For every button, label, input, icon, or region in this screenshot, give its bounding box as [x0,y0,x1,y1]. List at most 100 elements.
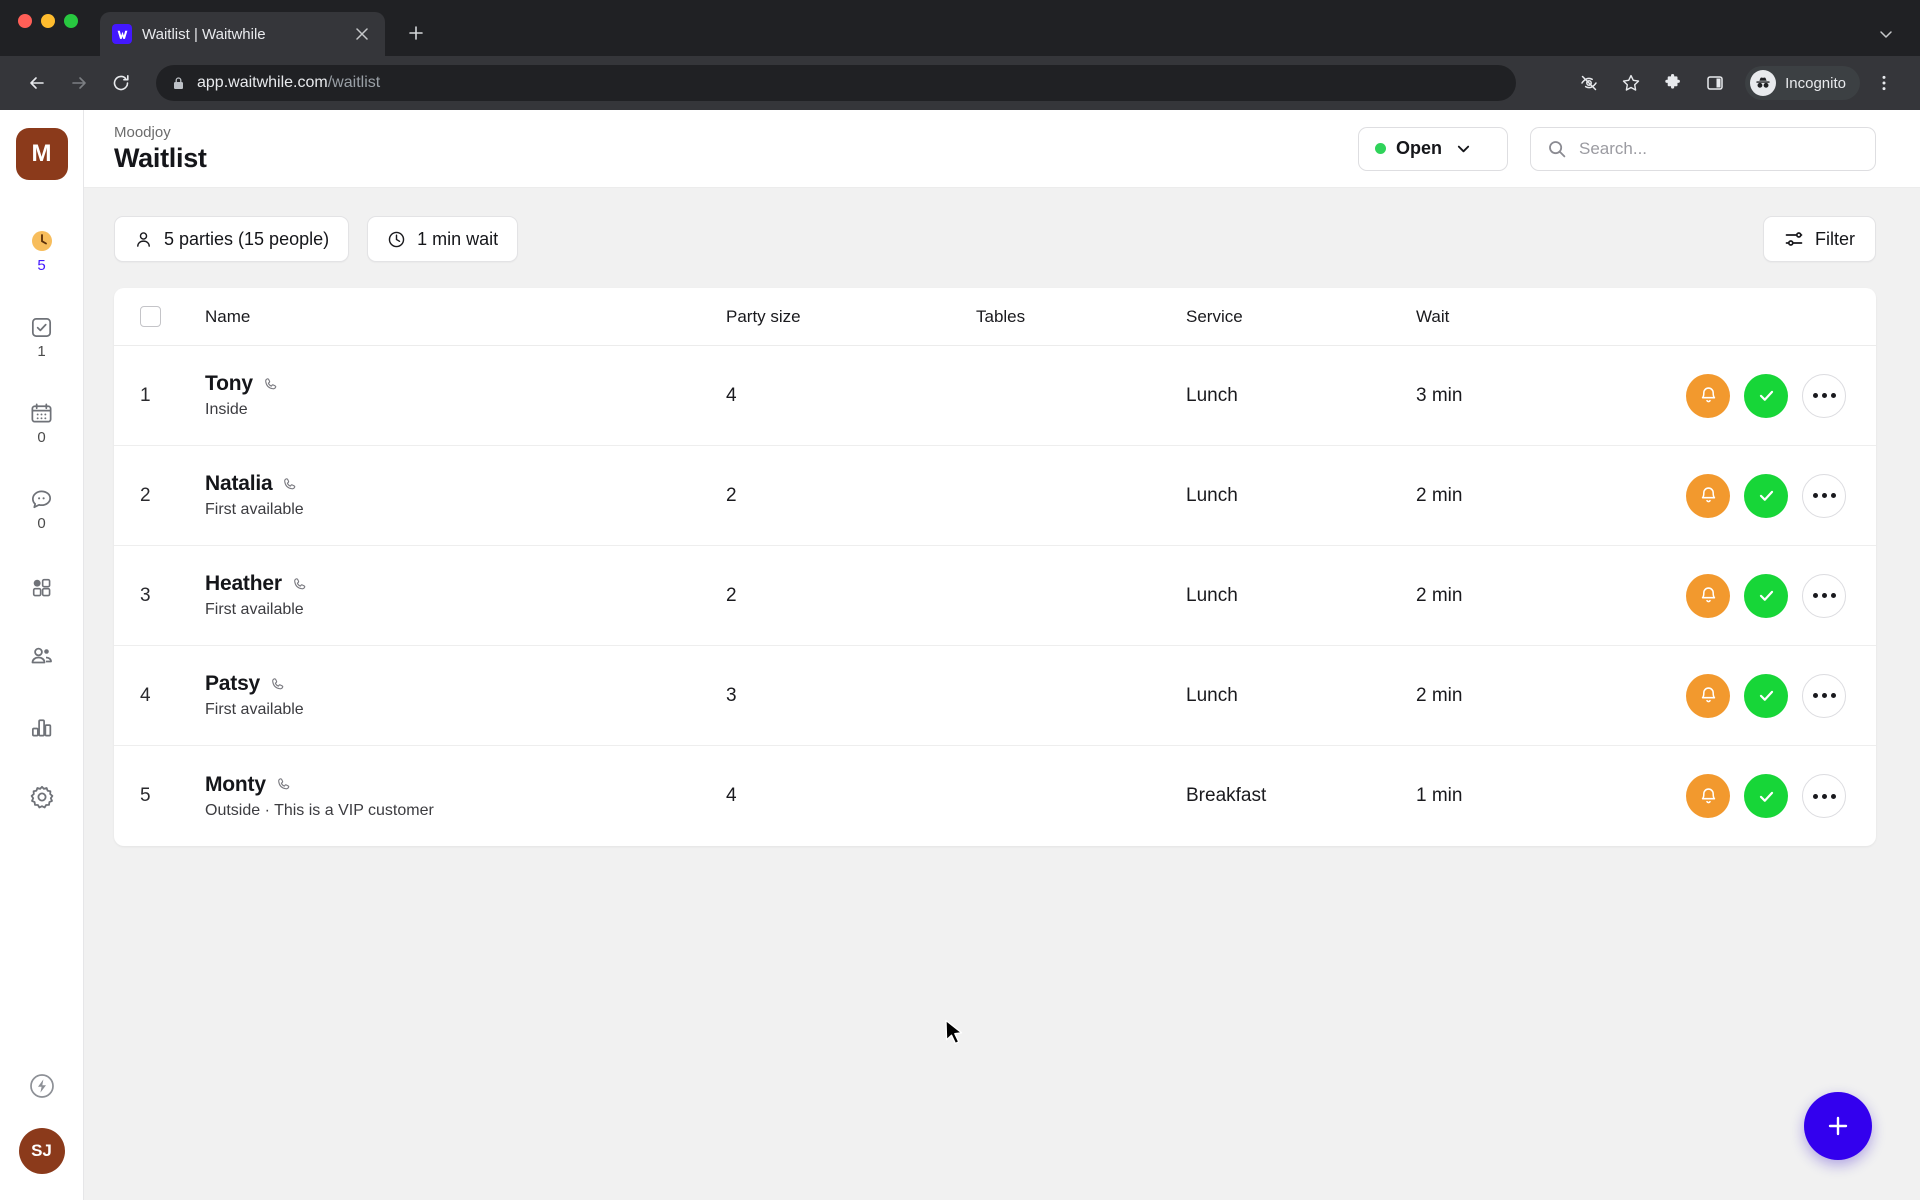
add-guest-fab[interactable] [1804,1092,1872,1160]
close-window-button[interactable] [18,14,32,28]
row-service: Lunch [1186,484,1238,506]
row-index: 3 [140,584,151,606]
side-panel-icon[interactable] [1697,65,1733,101]
sidebar-item-waitlist[interactable]: 5 [0,208,83,294]
more-actions-button[interactable] [1802,373,1846,418]
page-content: 5 parties (15 people) 1 min wait Filter [84,188,1920,1200]
column-header-tables[interactable]: Tables [976,307,1186,327]
more-actions-button[interactable] [1802,774,1846,818]
check-square-icon [29,314,54,340]
row-party-size: 4 [726,785,737,806]
sidebar-nav: 5 1 0 0 [0,208,83,832]
plus-icon [1825,1113,1851,1139]
ellipsis-icon [1812,393,1836,398]
sliders-icon [1784,229,1804,249]
notify-button[interactable] [1686,774,1730,818]
tab-list-chevron-down-icon[interactable] [1878,26,1894,46]
kebab-menu-icon[interactable] [1866,65,1902,101]
phone-icon[interactable] [281,476,298,493]
lightning-circle-icon[interactable] [27,1071,57,1106]
phone-icon[interactable] [269,676,286,693]
table-row[interactable]: 4 Patsy First available 3 Lunch 2 min [114,646,1876,746]
table-row[interactable]: 1 Tony Inside 4 Lunch 3 min [114,346,1876,446]
row-wait: 2 min [1416,684,1463,706]
parties-count-chip[interactable]: 5 parties (15 people) [114,216,350,262]
row-actions [1616,573,1846,618]
table-row[interactable]: 5 Monty Outside · This is a VIP customer… [114,746,1876,846]
list-toolbar: 5 parties (15 people) 1 min wait Filter [114,216,1876,262]
column-header-wait[interactable]: Wait [1416,307,1616,327]
complete-button[interactable] [1744,774,1788,818]
sidebar-bottom: SJ [18,1071,65,1200]
notify-button[interactable] [1686,673,1730,718]
row-index: 4 [140,684,151,706]
notify-button[interactable] [1686,373,1730,418]
notify-button[interactable] [1686,473,1730,518]
sidebar-item-customers[interactable] [0,622,83,692]
row-index: 1 [140,384,151,406]
clock-icon [29,228,55,254]
notify-button[interactable] [1686,573,1730,618]
sidebar-item-served[interactable]: 1 [0,294,83,380]
people-icon [29,644,55,670]
search-input[interactable] [1579,138,1859,159]
phone-icon[interactable] [262,376,279,393]
profile-incognito-button[interactable]: Incognito [1745,66,1860,100]
sidebar-item-apps[interactable] [0,552,83,622]
more-actions-button[interactable] [1802,573,1846,618]
workspace-avatar[interactable]: M [15,128,68,180]
sidebar-badge-waitlist: 5 [37,257,46,274]
phone-icon[interactable] [291,576,308,593]
column-header-name[interactable]: Name [205,307,726,327]
phone-icon[interactable] [275,776,292,793]
extensions-puzzle-icon[interactable] [1655,65,1691,101]
status-dropdown-button[interactable]: Open [1358,126,1508,171]
guest-name: Tony [205,372,253,395]
close-icon[interactable] [351,23,373,45]
table-row[interactable]: 3 Heather First available 2 Lunch 2 min [114,546,1876,646]
more-actions-button[interactable] [1802,473,1846,518]
tab-strip: Waitlist | Waitwhile [0,0,1920,56]
sidebar-item-settings[interactable] [0,762,83,832]
parties-count-label: 5 parties (15 people) [164,228,330,249]
reload-icon[interactable] [102,64,140,102]
sidebar-item-bookings[interactable]: 0 [0,380,83,466]
user-avatar[interactable]: SJ [18,1128,65,1174]
breadcrumb: Moodjoy [114,123,171,141]
new-tab-button[interactable] [401,18,431,48]
row-wait: 3 min [1416,384,1463,406]
row-name-cell: Heather First available [205,572,726,619]
row-index: 5 [140,785,151,806]
complete-button[interactable] [1744,673,1788,718]
filter-label: Filter [1815,228,1855,249]
more-actions-button[interactable] [1802,673,1846,718]
complete-button[interactable] [1744,473,1788,518]
guest-name: Patsy [205,672,261,695]
lock-icon [172,76,185,90]
sidebar-item-messages[interactable]: 0 [0,466,83,552]
select-all-checkbox[interactable] [140,306,161,327]
browser-tab[interactable]: Waitlist | Waitwhile [100,12,385,56]
row-actions [1616,774,1846,818]
maximize-window-button[interactable] [64,14,78,28]
row-index: 2 [140,484,151,506]
search-box[interactable] [1530,126,1876,171]
table-row[interactable]: 2 Natalia First available 2 Lunch 2 min [114,446,1876,546]
address-bar[interactable]: app.waitwhile.com/waitlist [156,65,1516,101]
filter-button[interactable]: Filter [1763,216,1876,262]
wait-time-chip[interactable]: 1 min wait [367,216,519,262]
minimize-window-button[interactable] [41,14,55,28]
complete-button[interactable] [1744,573,1788,618]
column-header-service[interactable]: Service [1186,307,1416,327]
chat-bubble-icon [29,486,54,512]
star-icon[interactable] [1613,65,1649,101]
sidebar-badge-served: 1 [37,343,46,360]
eye-off-icon[interactable] [1571,65,1607,101]
column-header-party-size[interactable]: Party size [726,307,976,327]
complete-button[interactable] [1744,373,1788,418]
row-name-line: Heather [205,572,726,596]
row-note: Outside · This is a VIP customer [205,801,434,819]
sidebar-item-analytics[interactable] [0,692,83,762]
browser-window: Waitlist | Waitwhile app.waitwhile.com/w [0,0,1920,1200]
arrow-left-icon[interactable] [18,64,56,102]
